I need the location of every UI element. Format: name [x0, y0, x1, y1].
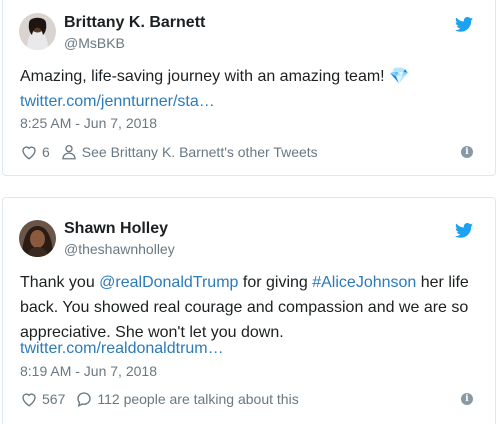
embedded-tweet: Shawn Holley @theshawnholley Thank you @…: [2, 197, 496, 424]
like-button[interactable]: 6: [20, 143, 50, 161]
heart-icon: [22, 146, 36, 160]
mention-link[interactable]: @realDonaldTrump: [99, 274, 238, 291]
conversation-link[interactable]: 112 people are talking about this: [75, 390, 299, 408]
like-button[interactable]: 567: [20, 390, 65, 408]
author-avatar[interactable]: [19, 220, 56, 257]
author-handle[interactable]: @theshawnholley: [64, 241, 175, 257]
see-other-tweets-link[interactable]: See Brittany K. Barnett's other Tweets: [60, 143, 318, 161]
tweet-actions: 6 See Brittany K. Barnett's other Tweets: [20, 142, 318, 162]
twitter-bird-icon[interactable]: [455, 223, 473, 238]
like-count: 567: [42, 391, 66, 407]
tweet-actions: 567 112 people are talking about this: [20, 389, 299, 409]
twitter-bird-icon[interactable]: [455, 17, 473, 32]
tweet-timestamp[interactable]: 8:19 AM - Jun 7, 2018: [20, 363, 157, 379]
author-handle[interactable]: @MsBKB: [64, 35, 125, 51]
see-other-tweets-label: See Brittany K. Barnett's other Tweets: [81, 144, 318, 160]
like-count: 6: [42, 144, 50, 160]
tweet-text: Thank you @realDonaldTrump for giving #A…: [20, 270, 480, 345]
comment-bubble-icon: [77, 392, 92, 408]
hashtag-link[interactable]: #AliceJohnson: [312, 274, 416, 291]
info-icon[interactable]: i: [461, 146, 473, 158]
person-icon: [62, 144, 76, 160]
author-name[interactable]: Shawn Holley: [64, 220, 168, 238]
embedded-tweet: Brittany K. Barnett @MsBKB Amazing, life…: [2, 0, 496, 176]
author-name[interactable]: Brittany K. Barnett: [64, 14, 205, 32]
tweet-link[interactable]: twitter.com/jennturner/sta…: [20, 89, 480, 114]
tweet-timestamp[interactable]: 8:25 AM - Jun 7, 2018: [20, 115, 157, 131]
info-icon[interactable]: i: [461, 393, 473, 405]
tweet-text: Amazing, life-saving journey with an ama…: [20, 68, 409, 85]
tweet-text-part: Thank you: [20, 274, 100, 291]
tweet-link[interactable]: twitter.com/realdonaldtrum…: [20, 336, 480, 361]
author-avatar[interactable]: [19, 13, 56, 50]
heart-icon: [22, 393, 36, 407]
conversation-label: 112 people are talking about this: [97, 391, 299, 407]
tweet-text-part: for giving: [238, 274, 313, 291]
